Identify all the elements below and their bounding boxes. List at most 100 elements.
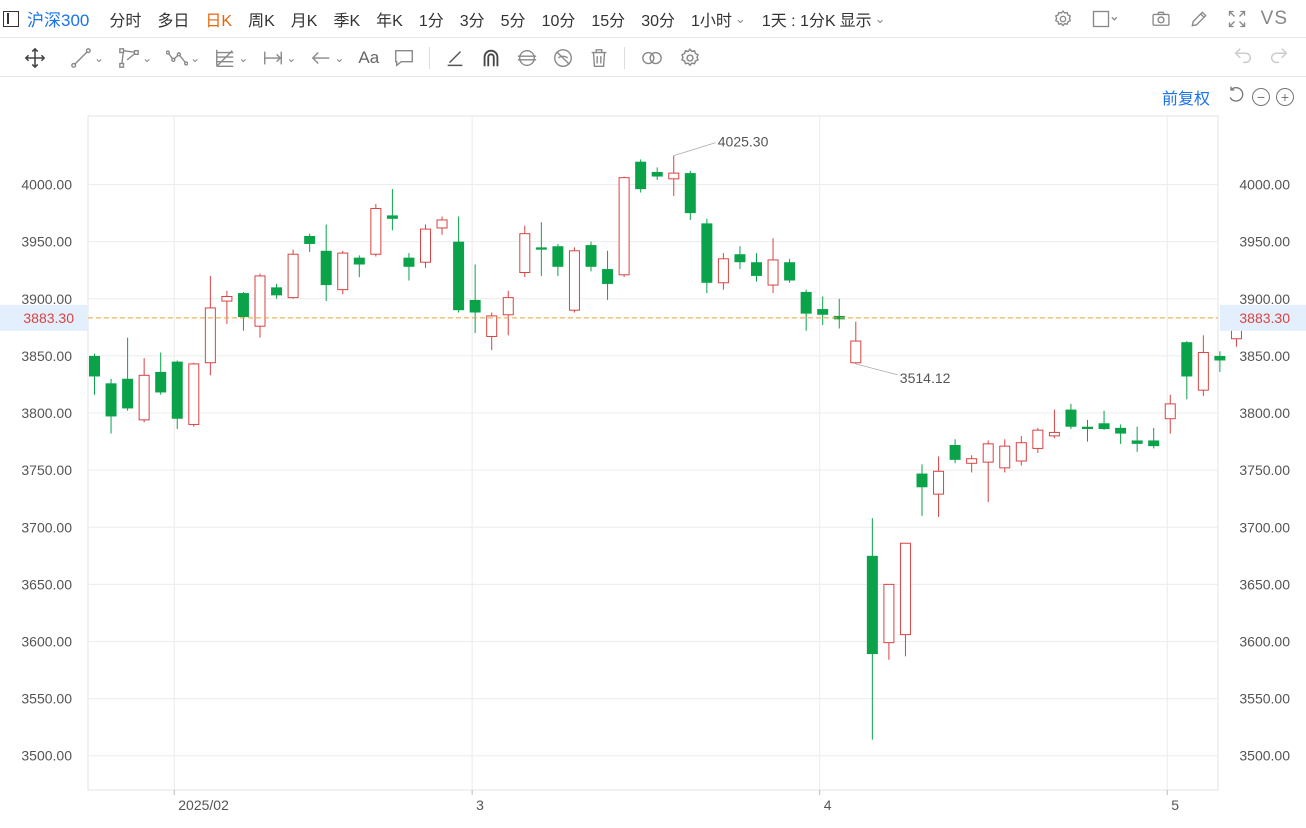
text-tool-icon[interactable]: Aa (358, 44, 379, 72)
candle-down (403, 253, 415, 281)
top-right-tools: VS (1037, 0, 1306, 38)
y-tick-label-right: 3800.00 (1239, 405, 1290, 421)
y-tick-label-right: 3600.00 (1239, 633, 1290, 649)
chart-settings-icon[interactable] (679, 44, 701, 72)
period-tab-5[interactable]: 季K (333, 7, 360, 31)
candle-down (635, 159, 647, 193)
candle-body (916, 473, 928, 488)
trash-icon[interactable] (588, 44, 610, 72)
drawing-toolbar: ⌄ ⌄ ⌄ ⌄ ⌄ ⌄ Aa (0, 39, 1306, 77)
plot-border (87, 115, 1219, 791)
period-tab-4[interactable]: 月K (291, 7, 318, 31)
candle-body (221, 295, 233, 302)
candle-down (1115, 424, 1127, 444)
candle-up (138, 358, 150, 423)
candle-down (105, 378, 117, 434)
vs-compare-button[interactable]: VS (1261, 8, 1288, 30)
current-price-label-left: 3883.30 (23, 310, 74, 326)
hour-dropdown[interactable]: 1小时 (691, 7, 746, 31)
period-tab-12[interactable]: 30分 (641, 7, 675, 31)
period-tab-1[interactable]: 多日 (157, 7, 189, 31)
candle-up (668, 155, 680, 196)
range-dropdown[interactable]: 1天 : 1分K (762, 7, 836, 31)
candle-down (1098, 410, 1110, 431)
symbol-name[interactable]: 沪深300 (27, 6, 89, 31)
sidebar-toggle-icon[interactable] (3, 10, 19, 27)
candle-body (420, 228, 431, 263)
period-tab-2[interactable]: 日K (205, 7, 232, 31)
candle-body (1032, 429, 1044, 449)
chart-grid (87, 115, 1219, 791)
period-tab-8[interactable]: 3分 (460, 7, 485, 31)
x-tick-label: 5 (1171, 797, 1179, 813)
camera-icon[interactable] (1149, 7, 1173, 31)
period-tab-3[interactable]: 周K (248, 7, 275, 31)
candle-down (1181, 341, 1193, 400)
trend-line-icon[interactable]: ⌄ (70, 44, 104, 72)
y-tick-label-left: 3700.00 (21, 519, 72, 535)
period-tab-0[interactable]: 分时 (109, 7, 141, 31)
measure-range-icon[interactable]: ⌄ (262, 44, 296, 72)
magnet-icon[interactable] (480, 44, 502, 72)
brush-icon[interactable] (444, 44, 466, 72)
current-price-label-right: 3883.30 (1239, 310, 1290, 326)
y-tick-label-left: 4000.00 (21, 177, 72, 193)
candle-down (1148, 427, 1160, 449)
candle-down (386, 189, 398, 231)
compare-circles-icon[interactable] (639, 44, 665, 72)
redo-icon[interactable] (1268, 45, 1290, 72)
hide-drawings-icon[interactable] (552, 44, 574, 72)
candle-body (237, 293, 249, 318)
candle-body (866, 555, 878, 655)
arrow-left-icon[interactable]: ⌄ (310, 44, 344, 72)
fullscreen-icon[interactable] (1225, 7, 1249, 31)
display-dropdown[interactable]: 显示 (840, 7, 886, 31)
undo-icon[interactable] (1232, 45, 1254, 72)
period-tab-6[interactable]: 年K (376, 7, 403, 31)
candle-body (453, 241, 465, 311)
wave-pattern-icon[interactable]: ⌄ (166, 44, 200, 72)
candle-down (89, 353, 100, 395)
polyline-icon[interactable]: ⌄ (118, 44, 152, 72)
note-bubble-icon[interactable] (393, 44, 415, 72)
candle-body (287, 253, 299, 299)
candle-down (453, 216, 465, 313)
chart-annotations: 3883.30 3883.30 4025.30 3514.12 (0, 134, 1306, 386)
candle-body (717, 258, 729, 284)
fibonacci-icon[interactable]: ⌄ (214, 44, 248, 72)
candle-up (999, 439, 1011, 473)
y-tick-label-left: 3850.00 (21, 348, 72, 364)
candle-body (734, 254, 746, 263)
candle-body (271, 287, 283, 296)
candle-up (1048, 409, 1060, 439)
pencil-icon[interactable] (1187, 7, 1211, 31)
candle-body (966, 458, 978, 464)
y-tick-label-right: 3700.00 (1239, 519, 1290, 535)
layout-square-icon[interactable] (1089, 7, 1123, 31)
period-tab-11[interactable]: 15分 (591, 7, 625, 31)
x-tick-label: 2025/02 (178, 797, 229, 813)
candle-series (89, 155, 1242, 740)
candle-down (784, 258, 796, 283)
candle-body (1065, 409, 1077, 427)
candle-body (800, 291, 812, 314)
candle-down (155, 352, 167, 395)
period-tab-9[interactable]: 5分 (501, 7, 526, 31)
candle-down (171, 360, 183, 430)
candle-body (89, 355, 100, 377)
candle-up (204, 275, 216, 376)
lock-drawing-icon[interactable] (516, 44, 538, 72)
period-tab-10[interactable]: 10分 (542, 7, 576, 31)
candle-body (1214, 355, 1226, 361)
move-cross-icon[interactable] (24, 44, 46, 72)
candle-body (204, 307, 216, 364)
candle-body (949, 445, 961, 460)
candlestick-chart[interactable]: 3883.30 3883.304025.303514.12 3500.00 3500… (0, 78, 1306, 828)
candle-body (436, 219, 448, 229)
settings-gear-icon[interactable] (1051, 7, 1075, 31)
candle-up (717, 253, 729, 290)
period-tab-7[interactable]: 1分 (419, 7, 444, 31)
candle-body (982, 443, 994, 463)
candle-down (320, 224, 332, 302)
candle-body (668, 172, 680, 180)
